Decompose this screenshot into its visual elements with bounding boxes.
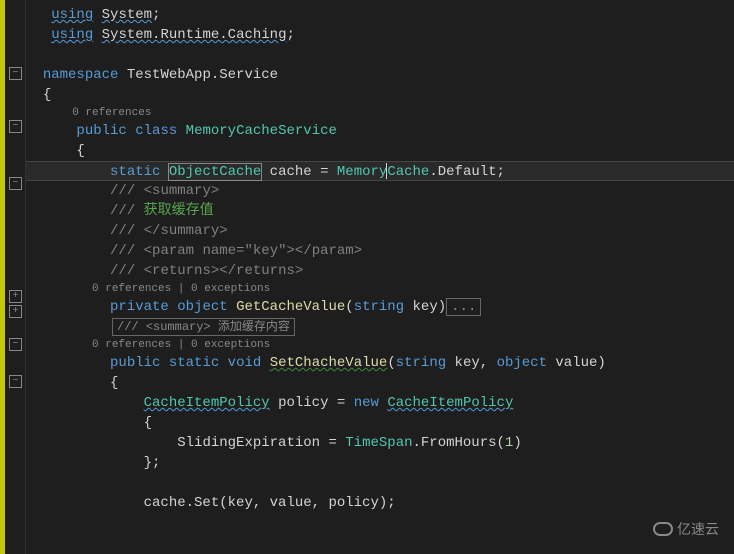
xml-comment: ///: [110, 203, 135, 219]
keyword: string: [396, 355, 446, 371]
fold-minus-icon[interactable]: −: [9, 120, 22, 133]
fold-minus-icon[interactable]: −: [9, 375, 22, 388]
keyword: class: [135, 123, 177, 139]
keyword: string: [354, 299, 404, 315]
collapsed-region-icon[interactable]: ...: [446, 298, 481, 316]
keyword: using: [51, 27, 93, 43]
type-ref: MemoryCache: [337, 164, 429, 180]
keyword: using: [51, 7, 93, 23]
property: SlidingExpiration: [177, 435, 320, 451]
namespace-name: TestWebApp.Service: [127, 67, 278, 83]
xml-comment: /// <summary>: [110, 183, 219, 199]
parameter: key: [413, 299, 438, 315]
code-content[interactable]: using System; using System.Runtime.Cachi…: [26, 0, 734, 554]
keyword: void: [228, 355, 262, 371]
keyword: public: [110, 355, 160, 371]
xml-comment: ///: [110, 263, 135, 279]
namespace-ref: System.Runtime.Caching: [102, 27, 287, 43]
xml-comment: /// </summary>: [110, 223, 228, 239]
type-ref: CacheItemPolicy: [387, 395, 513, 411]
fold-gutter: − − − + + − −: [6, 0, 26, 554]
keyword: namespace: [43, 67, 119, 83]
method-name: SetChacheValue: [270, 355, 388, 371]
code-editor[interactable]: − − − + + − − using System; using System…: [0, 0, 734, 554]
namespace-ref: System: [102, 7, 152, 23]
codelens-references[interactable]: 0 references | 0 exceptions: [92, 339, 270, 351]
codelens-references[interactable]: 0 references: [72, 107, 151, 119]
keyword: static: [169, 355, 219, 371]
keyword: private: [110, 299, 169, 315]
fold-minus-icon[interactable]: −: [9, 338, 22, 351]
parameter: value: [555, 355, 597, 371]
parameter: key: [455, 355, 480, 371]
collapsed-summary[interactable]: /// <summary> 添加缓存内容: [112, 318, 295, 336]
method-name: GetCacheValue: [236, 299, 345, 315]
keyword: public: [76, 123, 126, 139]
current-line[interactable]: static ObjectCache cache = MemoryCache.D…: [26, 161, 734, 181]
cloud-icon: [653, 522, 673, 536]
text-cursor: [386, 163, 387, 179]
fold-minus-icon[interactable]: −: [9, 67, 22, 80]
type-ref: CacheItemPolicy: [144, 395, 270, 411]
watermark: 亿速云: [653, 519, 719, 539]
type-ref: TimeSpan: [345, 435, 412, 451]
fold-plus-icon[interactable]: +: [9, 290, 22, 303]
comment-text: 获取缓存值: [144, 203, 214, 219]
statement: cache.Set(key, value, policy);: [144, 495, 396, 511]
codelens-references[interactable]: 0 references | 0 exceptions: [92, 283, 270, 295]
xml-comment: ///: [110, 243, 135, 259]
variable: cache: [270, 164, 312, 180]
keyword: object: [497, 355, 547, 371]
keyword: static: [110, 164, 160, 180]
fold-minus-icon[interactable]: −: [9, 177, 22, 190]
class-name: MemoryCacheService: [186, 123, 337, 139]
type-ref: ObjectCache: [169, 164, 261, 180]
keyword: object: [177, 299, 227, 315]
fold-plus-icon[interactable]: +: [9, 305, 22, 318]
keyword: new: [354, 395, 379, 411]
variable: policy: [278, 395, 328, 411]
